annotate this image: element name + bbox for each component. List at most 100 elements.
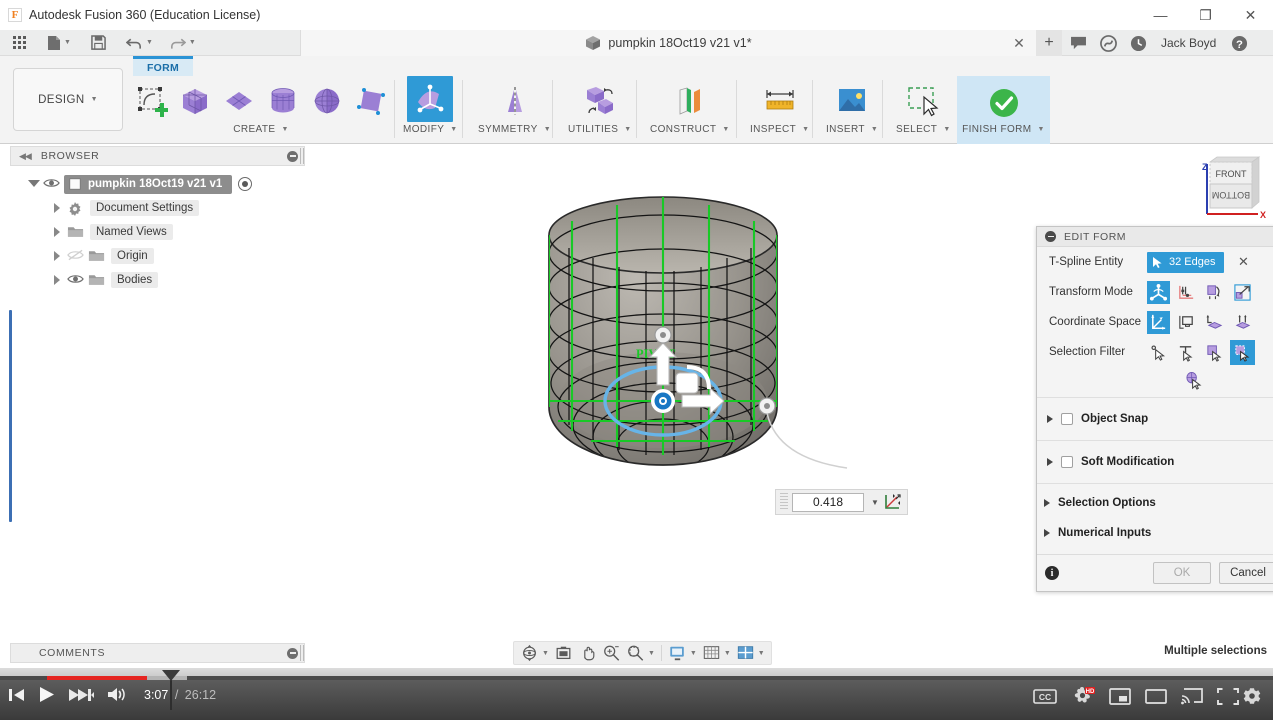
fullscreen-icon[interactable] — [1217, 687, 1239, 705]
selection-chip[interactable]: 32 Edges — [1147, 251, 1225, 273]
chevron-down-icon[interactable]: ▼ — [64, 39, 71, 46]
soft-modification-checkbox[interactable] — [1061, 456, 1073, 468]
coord-face-icon[interactable] — [1203, 311, 1226, 334]
settings-gear-icon[interactable] — [1243, 687, 1261, 705]
object-snap-checkbox[interactable] — [1061, 413, 1073, 425]
filter-vertex-icon[interactable] — [1147, 341, 1170, 364]
select-window-icon[interactable] — [902, 80, 944, 122]
volume-icon[interactable] — [106, 686, 126, 703]
expander-icon[interactable] — [52, 250, 64, 262]
cast-icon[interactable] — [1181, 687, 1203, 705]
expander-icon[interactable] — [1044, 499, 1050, 507]
zoom-window-icon[interactable]: ▼ — [624, 642, 657, 664]
visibility-eye-icon[interactable] — [67, 273, 84, 287]
coord-world-icon[interactable] — [1147, 310, 1170, 334]
grid-snap-icon[interactable]: ▼ — [700, 642, 733, 664]
expander-icon[interactable] — [28, 178, 40, 190]
comments-resize-grip[interactable] — [300, 645, 304, 661]
viewports-icon[interactable]: ▼ — [734, 642, 767, 664]
panel-label-insert[interactable]: INSERT ▼ — [826, 124, 878, 135]
new-document-icon[interactable]: ▼ — [43, 31, 75, 55]
chevron-down-icon[interactable]: ▼ — [542, 650, 549, 657]
video-scrubber-handle[interactable] — [162, 670, 180, 681]
panel-label-utilities[interactable]: UTILITIES ▼ — [568, 124, 632, 135]
filter-body-icon[interactable] — [1230, 339, 1255, 365]
activate-component-radio[interactable] — [238, 177, 253, 191]
display-settings-icon[interactable] — [552, 642, 575, 664]
filter-face-icon[interactable] — [1203, 341, 1226, 364]
play-icon[interactable] — [38, 686, 56, 703]
theater-icon[interactable] — [1145, 688, 1167, 705]
canvas-value-input-group[interactable]: ▼ — [775, 489, 908, 515]
construct-plane-icon[interactable] — [669, 80, 711, 122]
document-tab[interactable]: pumpkin 18Oct19 v21 v1* — [300, 30, 1037, 56]
view-cube[interactable]: FRONT BOTTOM Z X — [1190, 152, 1270, 227]
tree-root-item[interactable]: pumpkin 18Oct19 v21 v1 — [64, 174, 233, 194]
chevron-down-icon[interactable]: ▼ — [648, 650, 655, 657]
tree-row-named-views[interactable]: Named Views — [10, 220, 305, 244]
extension-icon[interactable] — [1095, 30, 1121, 56]
quality-hd-icon[interactable]: HD — [1071, 687, 1095, 705]
group-numerical-inputs[interactable]: Numerical Inputs — [1037, 518, 1273, 548]
pan-icon[interactable] — [576, 642, 599, 664]
info-icon[interactable]: i — [1045, 566, 1059, 580]
panel-label-symmetry[interactable]: SYMMETRY ▼ — [478, 124, 551, 135]
visibility-eye-icon[interactable] — [43, 177, 60, 191]
panel-label-modify[interactable]: MODIFY ▼ — [403, 124, 458, 135]
chevron-down-icon[interactable]: ▼ — [758, 650, 765, 657]
restore-button[interactable]: ❐ — [1183, 0, 1228, 30]
sphere-icon[interactable] — [306, 80, 348, 122]
minimize-button[interactable]: — — [1138, 0, 1183, 30]
previous-icon[interactable] — [8, 687, 26, 703]
chevron-down-icon[interactable]: ▼ — [189, 39, 196, 46]
expander-icon[interactable] — [52, 274, 64, 286]
browser-resize-grip[interactable] — [300, 148, 304, 164]
expander-icon[interactable] — [52, 226, 64, 238]
insert-image-icon[interactable] — [831, 80, 873, 122]
grid-icon[interactable] — [8, 31, 31, 55]
finish-form-button[interactable]: FINISH FORM ▼ — [957, 76, 1050, 144]
chevron-down-icon[interactable]: ▼ — [724, 650, 731, 657]
tab-form[interactable]: FORM — [133, 56, 193, 76]
chevron-down-icon[interactable]: ▼ — [146, 39, 153, 46]
clear-selection-button[interactable]: ✕ — [1236, 254, 1250, 270]
display-mode-icon[interactable]: ▼ — [666, 642, 699, 664]
undo-icon[interactable]: ▼ — [122, 31, 157, 55]
redo-icon[interactable]: ▼ — [165, 31, 200, 55]
video-progress-bar[interactable] — [0, 676, 1273, 680]
coord-normal-icon[interactable] — [1231, 311, 1254, 334]
transform-rotate-icon[interactable] — [1203, 281, 1226, 304]
dialog-collapse-button[interactable] — [1045, 231, 1056, 242]
expander-icon[interactable] — [52, 202, 64, 214]
coordinate-move-icon[interactable] — [883, 492, 903, 512]
expander-icon[interactable] — [1044, 529, 1050, 537]
value-input[interactable] — [792, 492, 864, 512]
value-drag-grip[interactable] — [780, 493, 788, 511]
quadball-icon[interactable] — [350, 80, 392, 122]
comments-panel-header[interactable]: COMMENTS — [10, 643, 305, 663]
save-icon[interactable] — [87, 31, 110, 55]
tree-row-root[interactable]: pumpkin 18Oct19 v21 v1 — [10, 172, 305, 196]
workspace-switcher[interactable]: DESIGN ▼ — [13, 68, 123, 131]
visibility-eye-hidden-icon[interactable] — [67, 249, 84, 263]
tree-row-origin[interactable]: Origin — [10, 244, 305, 268]
group-selection-options[interactable]: Selection Options — [1037, 488, 1273, 518]
modify-edit-form-icon[interactable] — [407, 76, 454, 122]
dialog-header[interactable]: EDIT FORM — [1037, 227, 1273, 247]
filter-form-icon[interactable] — [1183, 369, 1206, 392]
utilities-convert-icon[interactable] — [579, 80, 621, 122]
inspect-measure-icon[interactable] — [759, 80, 801, 122]
cancel-button[interactable]: Cancel — [1219, 562, 1273, 584]
panel-label-create[interactable]: CREATE ▼ — [233, 124, 289, 135]
group-object-snap[interactable]: Object Snap — [1037, 402, 1273, 436]
transform-axis-icon[interactable] — [1175, 281, 1198, 304]
form-create-icon[interactable] — [130, 80, 172, 122]
coord-view-icon[interactable] — [1175, 311, 1198, 334]
symmetry-mirror-icon[interactable] — [494, 80, 536, 122]
comments-minimize-button[interactable] — [287, 647, 298, 659]
expander-icon[interactable] — [1047, 415, 1053, 423]
filter-edge-icon[interactable] — [1175, 341, 1198, 364]
ok-button[interactable]: OK — [1153, 562, 1211, 584]
panel-label-inspect[interactable]: INSPECT ▼ — [750, 124, 809, 135]
transform-scale-icon[interactable] — [1231, 281, 1254, 304]
